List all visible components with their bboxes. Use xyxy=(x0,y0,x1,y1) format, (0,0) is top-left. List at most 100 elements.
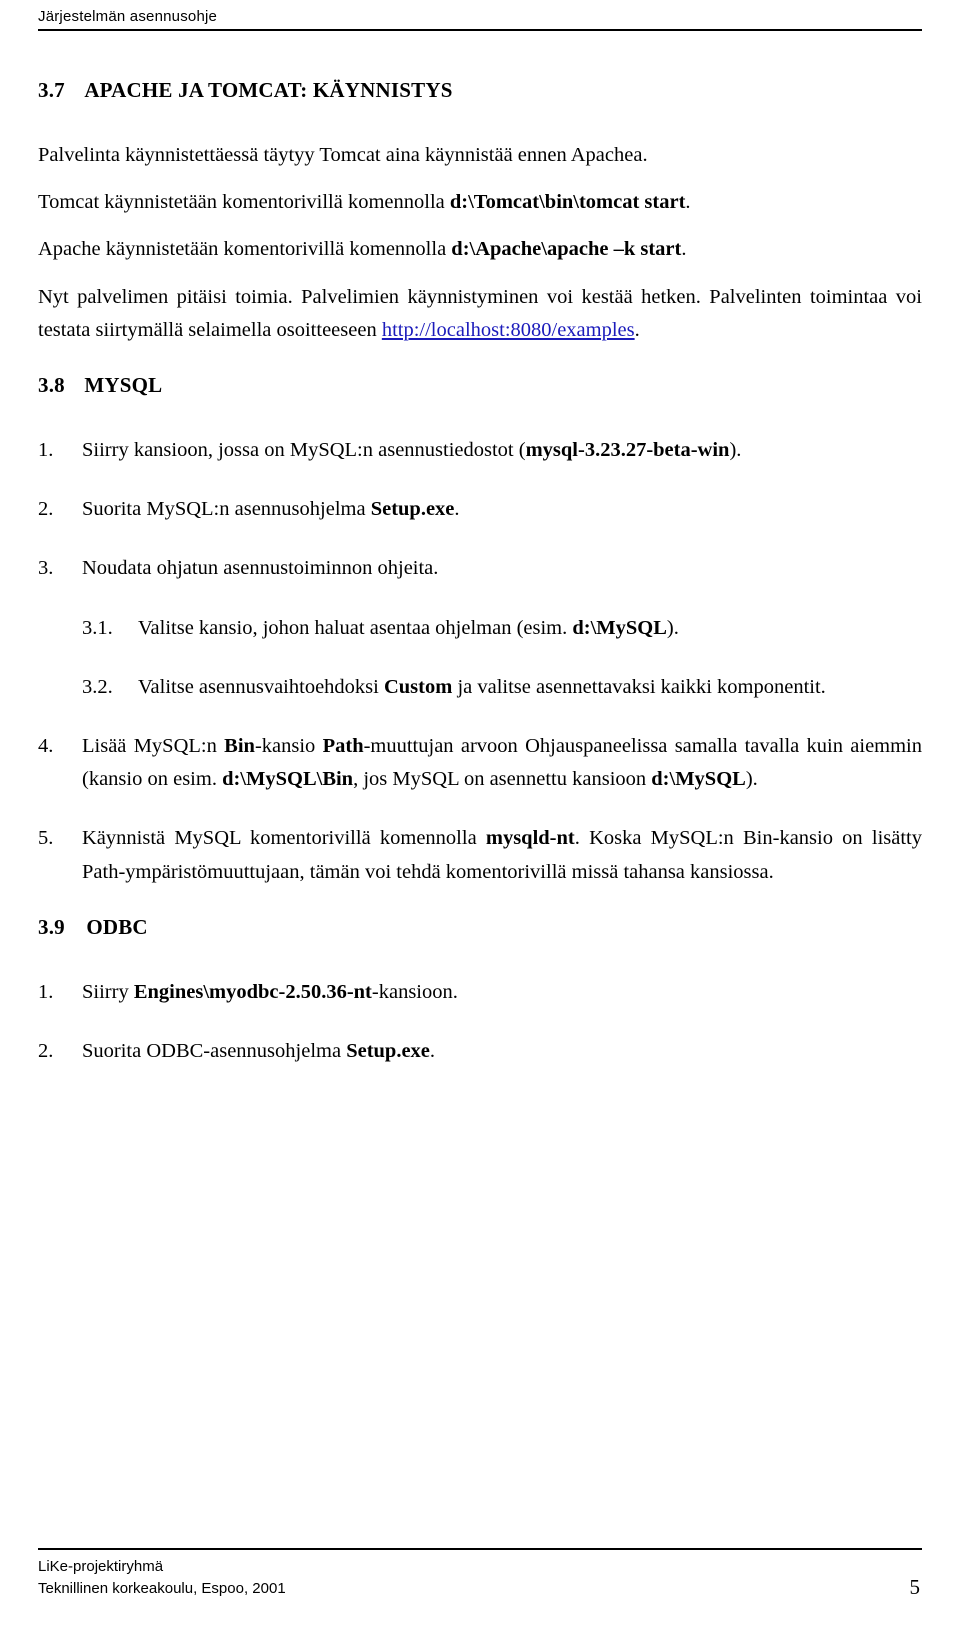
list-item: 3. Noudata ohjatun asennustoiminnon ohjei… xyxy=(38,552,922,585)
emphasised-term: Custom xyxy=(383,675,453,698)
section-title-3-8: MYSQL xyxy=(84,373,163,398)
text-run: Lisää MySQL:n xyxy=(82,735,225,758)
text-run: . xyxy=(429,1040,436,1063)
text-run: -kansio xyxy=(254,735,323,758)
text-run: , jos MySQL on asennettu kansioon xyxy=(353,768,652,791)
document-page: Järjestelmän asennusohje 3.7 APACHE JA T… xyxy=(0,0,960,1652)
emphasised-term: mysqld-nt xyxy=(485,827,575,850)
page-number: 5 xyxy=(909,1574,921,1599)
list-item-text: Siirry kansioon, jossa on MySQL:n asennu… xyxy=(82,434,922,467)
list-item: 2. Suorita MySQL:n asennusohjelma Setup.e… xyxy=(38,493,922,526)
text-run: ). xyxy=(666,616,679,639)
section-title-3-7: APACHE JA TOMCAT: KÄYNNISTYS xyxy=(84,78,453,102)
command-apache-start: d:\Apache\apache –k start xyxy=(451,238,682,261)
footer-line-1: LiKe-projektiryhmä xyxy=(38,1558,164,1575)
text-run: Noudata ohjatun asennustoiminnon ohjeita… xyxy=(82,557,439,580)
footer-line-2: Teknillinen korkeakoulu, Espoo, 2001 xyxy=(38,1579,286,1597)
command-tomcat-start: d:\Tomcat\bin\tomcat start xyxy=(449,191,686,214)
list-item-marker: 3.2. xyxy=(82,675,113,698)
localhost-examples-link[interactable]: http://localhost:8080/examples xyxy=(382,319,635,341)
text-run: Siirry kansioon, jossa on MySQL:n asennu… xyxy=(82,439,526,462)
emphasised-term: Bin xyxy=(224,735,255,758)
list-item-text: Lisää MySQL:n Bin-kansio Path-muuttujan … xyxy=(82,730,922,796)
document-content: 3.7 APACHE JA TOMCAT: KÄYNNISTYS Palveli… xyxy=(38,78,922,1068)
paragraph-tomcat-command: Tomcat käynnistetään komentorivillä kome… xyxy=(38,186,922,219)
list-item-marker: 1. xyxy=(38,439,54,462)
list-item: 1. Siirry kansioon, jossa on MySQL:n asen… xyxy=(38,434,922,467)
section-heading-3-8: 3.8 MYSQL xyxy=(38,373,922,398)
section-number-3-9: 3.9 xyxy=(38,914,65,939)
text-run: . xyxy=(454,498,460,521)
page-footer: LiKe-projektiryhmä Teknillinen korkeakou… xyxy=(38,1548,922,1600)
list-item: 3.1. Valitse kansio, johon haluat asentaa… xyxy=(82,612,922,645)
emphasised-term: Setup.exe xyxy=(346,1040,430,1063)
list-item: 4. Lisää MySQL:n Bin-kansio Path-muuttuja… xyxy=(38,730,922,796)
emphasised-term: d:\MySQL xyxy=(651,768,746,791)
list-item-text: Suorita ODBC-asennusohjelma Setup.exe. xyxy=(82,1035,922,1068)
paragraph-text: Tomcat käynnistetään komentorivillä kome… xyxy=(38,191,450,214)
emphasised-term: Engines\myodbc-2.50.36-nt xyxy=(133,980,372,1003)
text-run: Suorita ODBC-asennusohjelma xyxy=(82,1040,347,1063)
paragraph-start-order: Palvelinta käynnistettäessä täytyy Tomca… xyxy=(38,139,922,172)
footer-organisation: LiKe-projektiryhmä Teknillinen korkeakou… xyxy=(38,1556,286,1600)
section-title-3-9: ODBC xyxy=(86,914,148,939)
list-item-marker: 4. xyxy=(38,735,54,758)
list-item-text: Valitse asennusvaihtoehdoksi Custom ja v… xyxy=(138,671,922,704)
text-run: Valitse kansio, johon haluat asentaa ohj… xyxy=(138,616,573,639)
list-item-marker: 2. xyxy=(38,1040,54,1063)
list-item-marker: 3. xyxy=(38,557,54,580)
text-run: Siirry xyxy=(82,980,134,1003)
paragraph-text: . xyxy=(681,238,687,261)
text-run: Suorita MySQL:n asennusohjelma xyxy=(82,498,371,521)
paragraph-text: Palvelinta käynnistettäessä täytyy Tomca… xyxy=(38,144,648,166)
emphasised-term: mysql-3.23.27-beta-win xyxy=(525,439,730,462)
list-item: 1. Siirry Engines\myodbc-2.50.36-nt-kansi… xyxy=(38,976,922,1009)
text-run: ja valitse asennettavaksi kaikki kompone… xyxy=(452,675,826,698)
text-run: Käynnistä MySQL komentorivillä komennoll… xyxy=(82,827,486,850)
emphasised-term: Setup.exe xyxy=(370,498,455,521)
page-header: Järjestelmän asennusohje xyxy=(38,8,922,31)
emphasised-term: d:\MySQL\Bin xyxy=(222,768,354,791)
section-number-3-7: 3.7 xyxy=(38,78,65,102)
list-item: 5. Käynnistä MySQL komentorivillä komenno… xyxy=(38,822,922,888)
list-item-text: Käynnistä MySQL komentorivillä komennoll… xyxy=(82,822,922,888)
list-item-marker: 5. xyxy=(38,827,54,850)
text-run: ). xyxy=(745,768,758,791)
mysql-instruction-list: 1. Siirry kansioon, jossa on MySQL:n asen… xyxy=(38,434,922,889)
paragraph-apache-command: Apache käynnistetään komentorivillä kome… xyxy=(38,233,922,266)
paragraph-server-test: Nyt palvelimen pitäisi toimia. Palvelimi… xyxy=(38,281,922,347)
list-item-marker: 2. xyxy=(38,498,54,521)
paragraph-text: . xyxy=(685,191,691,214)
section-heading-3-7: 3.7 APACHE JA TOMCAT: KÄYNNISTYS xyxy=(38,78,922,103)
paragraph-text: . xyxy=(634,318,640,341)
list-item-text: Valitse kansio, johon haluat asentaa ohj… xyxy=(138,612,922,645)
text-run: ). xyxy=(729,439,742,462)
footer-divider xyxy=(38,1548,922,1550)
list-item-text: Suorita MySQL:n asennusohjelma Setup.exe… xyxy=(82,493,922,526)
header-title: Järjestelmän asennusohje xyxy=(38,8,218,25)
list-item-text: Siirry Engines\myodbc-2.50.36-nt-kansioo… xyxy=(82,976,922,1009)
list-item-text: Noudata ohjatun asennustoiminnon ohjeita… xyxy=(82,552,922,585)
emphasised-term: d:\MySQL xyxy=(572,616,667,639)
list-item: 2. Suorita ODBC-asennusohjelma Setup.exe. xyxy=(38,1035,922,1068)
list-item-marker: 1. xyxy=(38,980,54,1003)
list-item-marker: 3.1. xyxy=(82,616,113,639)
text-run: -kansioon. xyxy=(371,980,458,1003)
paragraph-text: Apache käynnistetään komentorivillä kome… xyxy=(38,238,452,261)
odbc-instruction-list: 1. Siirry Engines\myodbc-2.50.36-nt-kansi… xyxy=(38,976,922,1068)
text-run: Valitse asennusvaihtoehdoksi xyxy=(138,675,384,698)
emphasised-term: Path xyxy=(322,735,364,758)
list-item: 3.2. Valitse asennusvaihtoehdoksi Custom … xyxy=(82,671,922,704)
